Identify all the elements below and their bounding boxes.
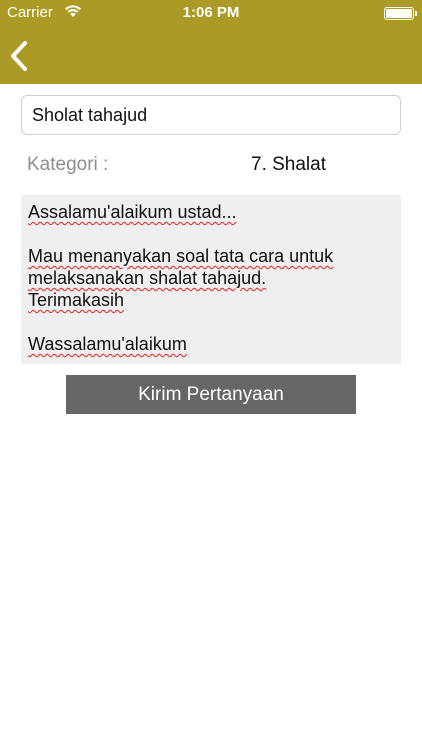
question-title-input[interactable]: Sholat tahajud xyxy=(21,95,401,135)
status-bar: Carrier 1:06 PM xyxy=(0,0,422,26)
message-textarea[interactable]: Assalamu'alaikum ustad... Mau menanyakan… xyxy=(21,195,401,364)
submit-question-button[interactable]: Kirim Pertanyaan xyxy=(66,375,356,414)
category-value[interactable]: 7. Shalat xyxy=(251,154,326,176)
message-line: Terimakasih xyxy=(28,290,125,310)
message-line: melaksanakan shalat tahajud. xyxy=(28,268,267,288)
navigation-bar xyxy=(0,26,422,84)
battery-icon xyxy=(384,7,417,20)
back-button[interactable] xyxy=(6,36,42,76)
category-label: Kategori : xyxy=(27,154,109,175)
message-line: Wassalamu'alaikum xyxy=(28,334,187,354)
message-line: Assalamu'alaikum ustad... xyxy=(28,202,237,222)
chevron-left-icon xyxy=(11,41,27,71)
message-line: Mau menanyakan soal tata cara untuk xyxy=(28,246,334,266)
status-time: 1:06 PM xyxy=(182,4,240,21)
